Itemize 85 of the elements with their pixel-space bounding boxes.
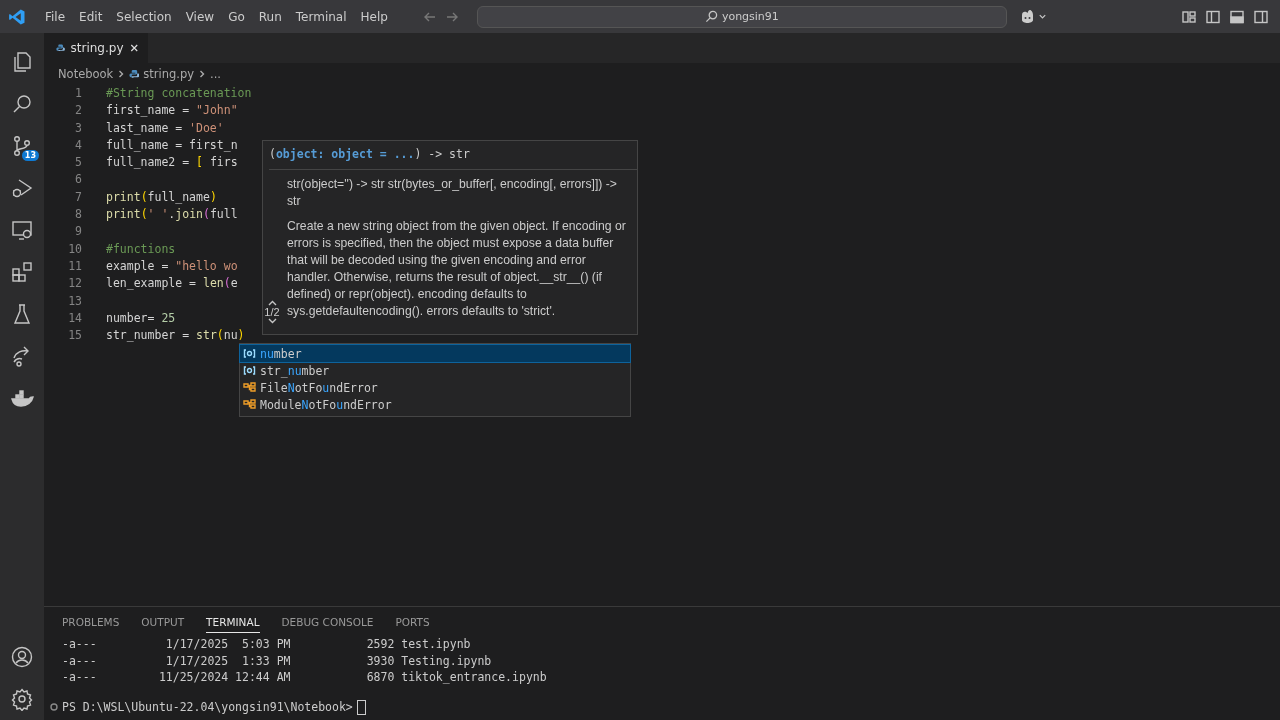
search-icon — [704, 10, 718, 23]
doc-paragraph: str(object='') -> str str(bytes_or_buffer[, encoding[, errors]]) -> str — [287, 176, 618, 210]
line-number: 13 — [67, 292, 82, 310]
line-number: 14 — [67, 309, 82, 327]
code-line: print(full_name) — [106, 188, 217, 206]
line-number: 8 — [74, 206, 82, 224]
menu-item[interactable]: View — [178, 6, 222, 27]
suggestion-item[interactable]: number — [240, 345, 630, 362]
variable-icon — [243, 348, 256, 359]
app-logo-icon — [8, 7, 26, 26]
doc-paragraph: Create a new string object from the given object. If encoding or errors is specified, then the object must expose a data buffer that will be decoded using the given encoding and error handler. Otherwise, returns the result of object.__str__() (if defined) or repr(object). encoding defaults to sys.getdefaultencoding(). errors defaults to 'strict'. — [287, 218, 627, 320]
suggestion-item[interactable]: ModuleNotFoundError — [240, 396, 630, 413]
line-number: 3 — [74, 119, 82, 137]
class-icon — [243, 382, 256, 393]
chevron-down-icon[interactable] — [267, 318, 277, 324]
code-line: example = "hello wo — [106, 257, 238, 275]
code-line: first_name = "John" — [106, 102, 238, 120]
secondary-sidebar-toggle-icon[interactable] — [1254, 9, 1268, 24]
suggestion-item[interactable]: FileNotFoundError — [240, 379, 630, 396]
line-number: 4 — [74, 136, 82, 154]
code-line: print(' '.join(full — [106, 206, 238, 224]
command-search-field[interactable]: yongsin91 — [476, 5, 1007, 28]
python-file-icon — [56, 43, 65, 53]
terminal-line: -a--- 1/17/2025 5:03 PM 2592 test.ipynb — [62, 636, 472, 653]
chevron-right-icon — [117, 70, 126, 78]
code-line: number= 25 — [106, 309, 176, 327]
line-number: 1 — [74, 85, 82, 102]
panel-tab[interactable]: DEBUG CONSOLE — [281, 616, 374, 633]
search-text: yongsin91 — [721, 10, 779, 23]
menu-item[interactable]: Terminal — [288, 6, 354, 27]
editor-tab[interactable]: string.py — [44, 33, 148, 63]
panel-tab[interactable]: TERMINAL — [206, 616, 260, 633]
count-badge: 13 — [21, 150, 39, 161]
panel-tab[interactable]: PORTS — [395, 616, 430, 633]
gear-icon[interactable] — [10, 687, 34, 711]
line-number: 6 — [74, 171, 82, 189]
menu-item[interactable]: Selection — [109, 6, 179, 27]
code-line: len_example = len(e — [106, 275, 238, 293]
signature-text: (object: object = ...) -> str — [269, 145, 637, 170]
breadcrumb-item[interactable]: Notebook — [58, 67, 114, 81]
terminal-line: -a--- 1/17/2025 1:33 PM 3930 Testing.ipynb — [62, 652, 493, 669]
line-number: 2 — [74, 102, 82, 120]
menu-item[interactable]: File — [38, 6, 73, 27]
menu-item[interactable]: Edit — [72, 6, 110, 27]
line-number: 11 — [67, 257, 82, 275]
run-debug-icon[interactable] — [10, 176, 34, 200]
variable-icon — [243, 365, 256, 376]
monitor-icon[interactable] — [10, 218, 34, 242]
terminal-line: -a--- 11/25/2024 12:44 AM 6870 tiktok_entrance.ipynb — [62, 669, 548, 686]
code-line: full_name = first_n — [106, 136, 238, 154]
suggestion-item[interactable]: str_number — [240, 362, 630, 379]
chevron-down-icon[interactable] — [1037, 12, 1047, 21]
terminal-prompt: PS D:\WSL\Ubuntu-22.04\yongsin91\Notebook> — [62, 700, 353, 714]
code-line: #functions — [106, 240, 176, 258]
panel-toggle-icon[interactable] — [1230, 9, 1244, 24]
menu-item[interactable]: Help — [353, 6, 395, 27]
line-number: 12 — [67, 275, 82, 293]
python-file-icon — [129, 69, 140, 79]
code-line: #String concatenation — [106, 85, 252, 102]
code-line: last_name = 'Doe' — [106, 119, 224, 137]
close-icon[interactable] — [129, 43, 138, 53]
terminal-cursor — [356, 699, 366, 715]
class-icon — [243, 399, 256, 410]
account-icon[interactable] — [10, 645, 34, 669]
status-circle-icon — [50, 703, 58, 711]
chevron-right-icon — [198, 70, 207, 78]
customize-layout-icon[interactable] — [1182, 9, 1196, 24]
overload-counter: 1/2 — [264, 306, 280, 318]
sidebar-toggle-icon[interactable] — [1206, 9, 1220, 24]
line-number: 15 — [67, 327, 82, 345]
line-number: 7 — [74, 188, 82, 206]
menu-item[interactable]: Run — [251, 6, 289, 27]
line-number: 10 — [67, 240, 82, 258]
panel-tab[interactable]: PROBLEMS — [62, 616, 120, 633]
code-line: full_name2 = [ firs — [106, 154, 238, 172]
extensions-icon[interactable] — [10, 260, 34, 284]
breadcrumb-item[interactable]: ... — [210, 67, 221, 81]
line-number: 9 — [74, 223, 82, 241]
panel-tab[interactable]: OUTPUT — [141, 616, 185, 633]
code-line: str_number = str(nu) — [106, 327, 245, 345]
breadcrumb-item[interactable]: string.py — [143, 67, 195, 81]
menu-item[interactable]: Go — [221, 6, 252, 27]
tab-label: string.py — [70, 41, 124, 55]
line-number: 5 — [74, 154, 82, 172]
chevron-up-icon[interactable] — [267, 300, 277, 306]
